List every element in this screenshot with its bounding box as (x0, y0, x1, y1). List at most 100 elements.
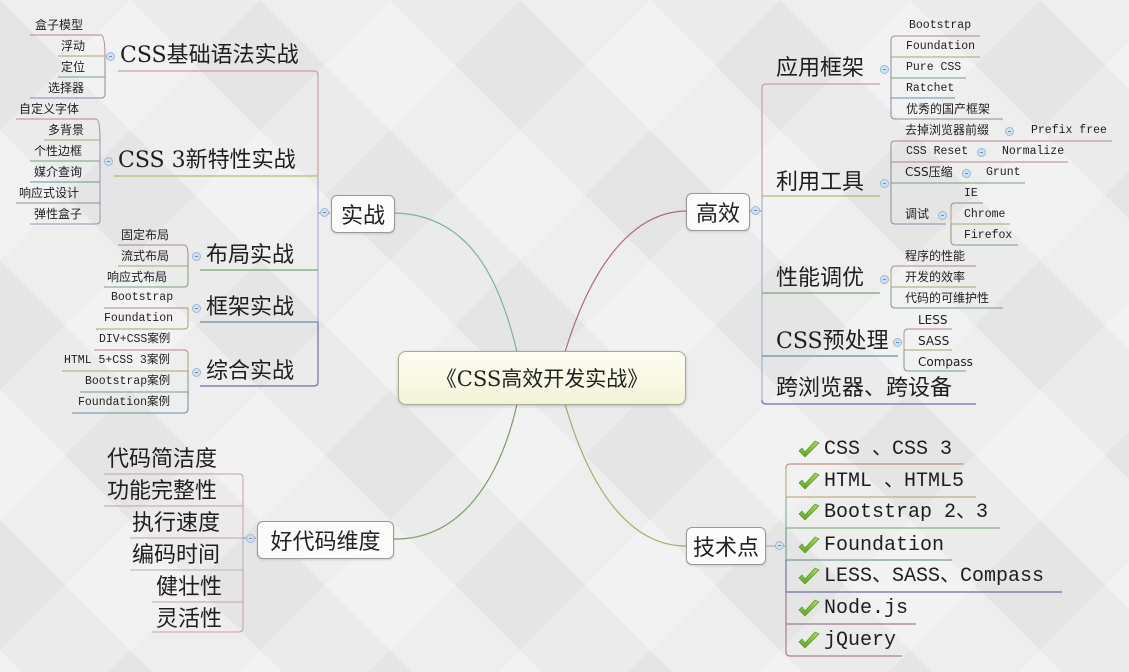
collapse-icon[interactable] (880, 275, 889, 284)
subtopic-app-framework[interactable]: 应用框架 (776, 58, 864, 80)
subtopic-css3[interactable]: CSS 3新特性实战 (118, 150, 296, 172)
leaf-item[interactable]: Compass (918, 356, 973, 368)
collapse-icon[interactable] (104, 157, 113, 166)
leaf-item[interactable]: 多背景 (48, 124, 84, 136)
subtopic-css-basic[interactable]: CSS基础语法实战 (120, 45, 299, 67)
leaf-item[interactable]: 灵活性 (156, 609, 222, 631)
leaf-item[interactable]: 浮动 (61, 40, 85, 52)
leaf-item[interactable]: 自定义字体 (19, 103, 79, 115)
leaf-item[interactable]: 开发的效率 (905, 271, 965, 283)
leaf-item[interactable]: Foundation (104, 313, 173, 325)
leaf-item[interactable]: 媒介查询 (34, 166, 82, 178)
collapse-icon[interactable] (320, 208, 329, 217)
topic-label: 高效 (695, 202, 740, 227)
check-icon (797, 567, 821, 587)
check-icon (797, 472, 821, 492)
subtopic-combo[interactable]: 综合实战 (206, 361, 294, 383)
leaf-item[interactable]: 编码时间 (132, 545, 220, 567)
leaf-item[interactable]: LESS (918, 314, 948, 326)
collapse-icon[interactable] (192, 252, 201, 261)
topic-gaoxiao[interactable]: 高效 (686, 193, 750, 231)
leaf-underline (785, 463, 964, 469)
subtopic-cross-browser[interactable]: 跨浏览器、跨设备 (776, 378, 952, 400)
leaf-item[interactable]: 流式布局 (121, 250, 169, 262)
leaf-item[interactable]: DIV+CSS案例 (99, 334, 170, 346)
root-topic[interactable]: 《CSS高效开发实战》 (398, 351, 686, 405)
leaf-item[interactable]: 选择器 (48, 82, 84, 94)
leaf-item[interactable]: 定位 (61, 61, 85, 73)
leaf-item[interactable]: Pure CSS (906, 62, 961, 74)
leaf-item[interactable]: 优秀的国产框架 (906, 103, 990, 115)
collapse-icon[interactable] (962, 169, 971, 178)
leaf-item[interactable]: Bootstrap (909, 20, 971, 32)
leaf-item[interactable]: HTML 5+CSS 3案例 (64, 355, 170, 367)
collapse-icon[interactable] (893, 338, 902, 347)
leaf-underline (903, 328, 952, 334)
leaf-item[interactable]: 固定布局 (121, 229, 169, 241)
wire-root-gaoxiao (564, 210, 687, 353)
collapse-icon[interactable] (751, 206, 760, 215)
leaf-item[interactable]: 去掉浏览器前缀 (905, 124, 989, 136)
subtopic-preproc[interactable]: CSS预处理 (776, 331, 889, 353)
tech-item[interactable]: HTML 、HTML5 (824, 472, 964, 492)
collapse-icon[interactable] (880, 65, 889, 74)
leaf-underline (104, 473, 244, 479)
topic-haodaima[interactable]: 好代码维度 (257, 521, 394, 559)
leaf-item[interactable]: Chrome (964, 209, 1005, 221)
check-icon (797, 440, 821, 460)
leaf-item[interactable]: CSS压缩 (905, 166, 953, 178)
collapse-icon[interactable] (106, 52, 115, 61)
topic-label: 技术点 (692, 536, 759, 561)
tech-item[interactable]: Bootstrap 2、3 (824, 503, 988, 523)
leaf-item[interactable]: 弹性盒子 (34, 208, 82, 220)
tech-item[interactable]: Node.js (824, 599, 908, 619)
leaf-item[interactable]: 健壮性 (156, 577, 222, 599)
leaf-item[interactable]: 代码简洁度 (107, 449, 217, 471)
collapse-icon[interactable] (192, 304, 201, 313)
leaf-item[interactable]: 响应式设计 (19, 187, 79, 199)
leaf-item[interactable]: Firefox (964, 230, 1012, 242)
subtopic-layout[interactable]: 布局实战 (206, 245, 294, 267)
topic-label: 实战 (340, 204, 385, 229)
leaf-item[interactable]: Foundation案例 (78, 397, 170, 409)
leaf-item[interactable]: 程序的性能 (905, 250, 965, 262)
collapse-icon[interactable] (880, 179, 889, 188)
check-icon (797, 599, 821, 619)
collapse-icon[interactable] (1005, 127, 1014, 136)
leaf-item[interactable]: Ratchet (906, 83, 954, 95)
leaf-item[interactable]: Prefix free (1031, 125, 1107, 137)
leaf-item[interactable]: Foundation (906, 41, 975, 53)
leaf-item[interactable]: 个性边框 (34, 145, 82, 157)
tech-item[interactable]: LESS、SASS、Compass (824, 567, 1044, 587)
leaf-item[interactable]: CSS Reset (906, 146, 968, 158)
leaf-item[interactable]: 调试 (905, 208, 929, 220)
collapse-icon[interactable] (192, 368, 201, 377)
leaf-item[interactable]: SASS (918, 335, 949, 347)
collapse-icon[interactable] (938, 211, 947, 220)
leaf-item[interactable]: IE (964, 188, 978, 200)
leaf-item[interactable]: Bootstrap案例 (85, 376, 170, 388)
collapse-icon[interactable] (246, 534, 255, 543)
collapse-icon[interactable] (775, 541, 784, 550)
tech-item[interactable]: jQuery (824, 631, 896, 651)
tech-item[interactable]: Foundation (824, 536, 944, 556)
check-icon (797, 503, 821, 523)
topic-jishudian[interactable]: 技术点 (686, 527, 766, 565)
subtopic-framework[interactable]: 框架实战 (206, 297, 294, 319)
wire-root-jishudian (564, 403, 687, 547)
leaf-item[interactable]: 盒子模型 (35, 19, 83, 31)
leaf-item[interactable]: Grunt (986, 167, 1021, 179)
leaf-item[interactable]: 代码的可维护性 (905, 292, 989, 304)
subtopic-tools[interactable]: 利用工具 (776, 172, 864, 194)
subtopic-perf[interactable]: 性能调优 (776, 268, 864, 290)
leaf-item[interactable]: 功能完整性 (107, 481, 217, 503)
tech-item[interactable]: CSS 、CSS 3 (824, 440, 952, 460)
topic-shizhan[interactable]: 实战 (331, 195, 395, 233)
leaf-item[interactable]: Bootstrap (111, 292, 173, 304)
underline-app-framework (761, 83, 880, 89)
leaf-item[interactable]: 执行速度 (132, 513, 220, 535)
leaf-item[interactable]: Normalize (1002, 146, 1064, 158)
underline-css-basic (118, 70, 319, 76)
collapse-icon[interactable] (977, 148, 986, 157)
leaf-item[interactable]: 响应式布局 (107, 271, 167, 283)
